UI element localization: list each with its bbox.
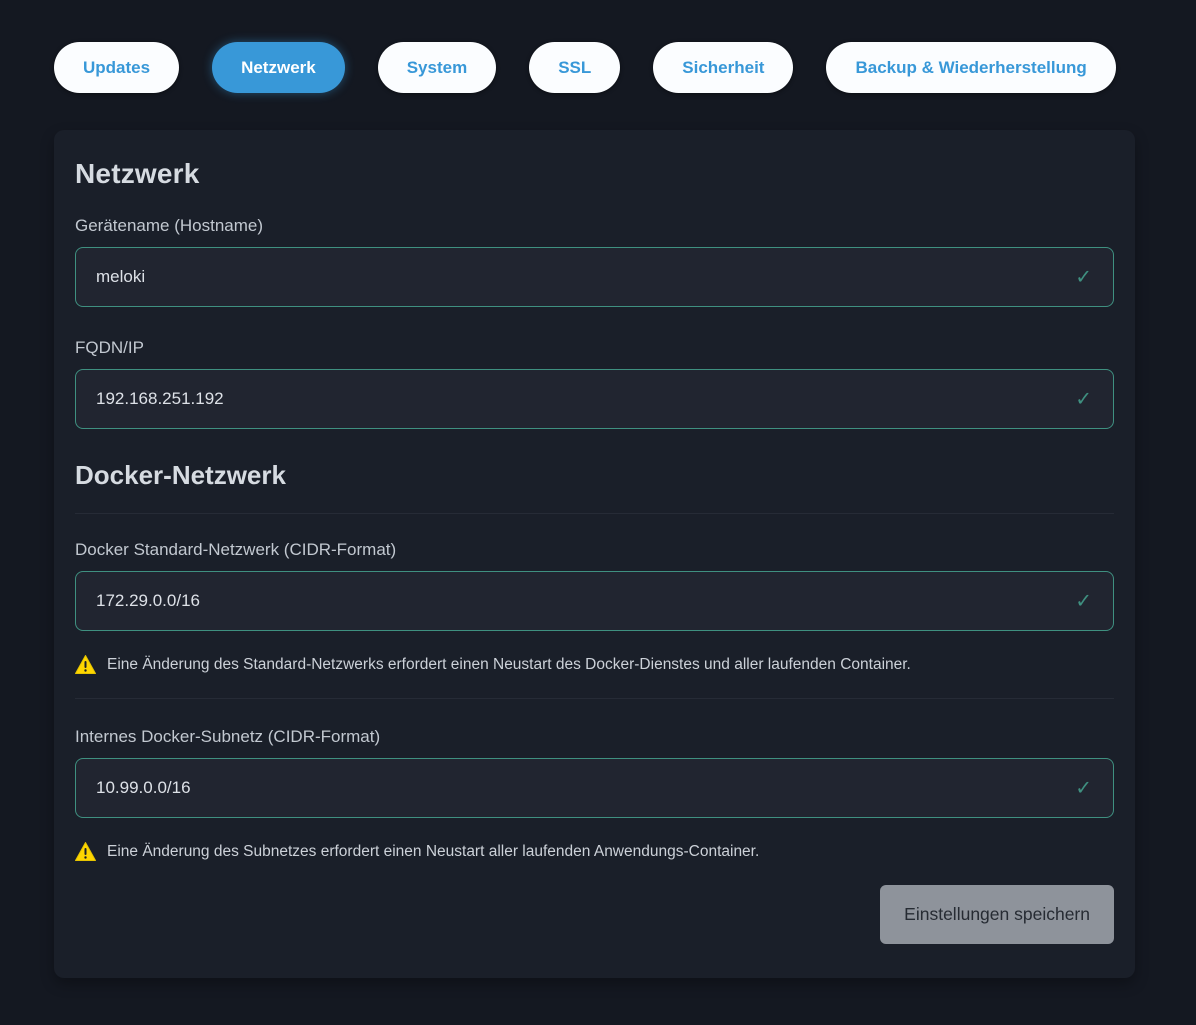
docker-default-network-label: Docker Standard-Netzwerk (CIDR-Format) [75,540,1114,560]
tab-system[interactable]: System [378,42,496,93]
hostname-field-wrap: ✓ [75,247,1114,307]
fqdn-field-wrap: ✓ [75,369,1114,429]
tab-sicherheit[interactable]: Sicherheit [653,42,793,93]
network-settings-card: Netzwerk Gerätename (Hostname) ✓ FQDN/IP… [54,130,1135,978]
docker-section-title: Docker-Netzwerk [75,460,1114,491]
docker-subnet-input[interactable] [75,758,1114,818]
docker-subnet-field-wrap: ✓ [75,758,1114,818]
warning-icon [75,655,96,674]
panel-title: Netzwerk [75,158,1114,190]
docker-subnet-warning: Eine Änderung des Subnetzes erfordert ei… [75,842,1114,861]
save-settings-button[interactable]: Einstellungen speichern [880,885,1114,944]
warning-text: Eine Änderung des Subnetzes erfordert ei… [107,843,759,861]
tab-netzwerk[interactable]: Netzwerk [212,42,345,93]
tab-updates[interactable]: Updates [54,42,179,93]
actions-row: Einstellungen speichern [75,885,1114,944]
docker-default-network-input[interactable] [75,571,1114,631]
warning-icon [75,842,96,861]
settings-page: Updates Netzwerk System SSL Sicherheit B… [0,0,1196,1025]
fqdn-label: FQDN/IP [75,338,1114,358]
tab-backup-wiederherstellung[interactable]: Backup & Wiederherstellung [826,42,1115,93]
hostname-input[interactable] [75,247,1114,307]
settings-tabbar: Updates Netzwerk System SSL Sicherheit B… [54,42,1142,93]
warning-text: Eine Änderung des Standard-Netzwerks erf… [107,656,911,674]
section-divider [75,698,1114,699]
fqdn-input[interactable] [75,369,1114,429]
docker-subnet-label: Internes Docker-Subnetz (CIDR-Format) [75,727,1114,747]
section-divider [75,513,1114,514]
hostname-label: Gerätename (Hostname) [75,216,1114,236]
docker-default-network-field-wrap: ✓ [75,571,1114,631]
tab-ssl[interactable]: SSL [529,42,620,93]
docker-default-network-warning: Eine Änderung des Standard-Netzwerks erf… [75,655,1114,674]
